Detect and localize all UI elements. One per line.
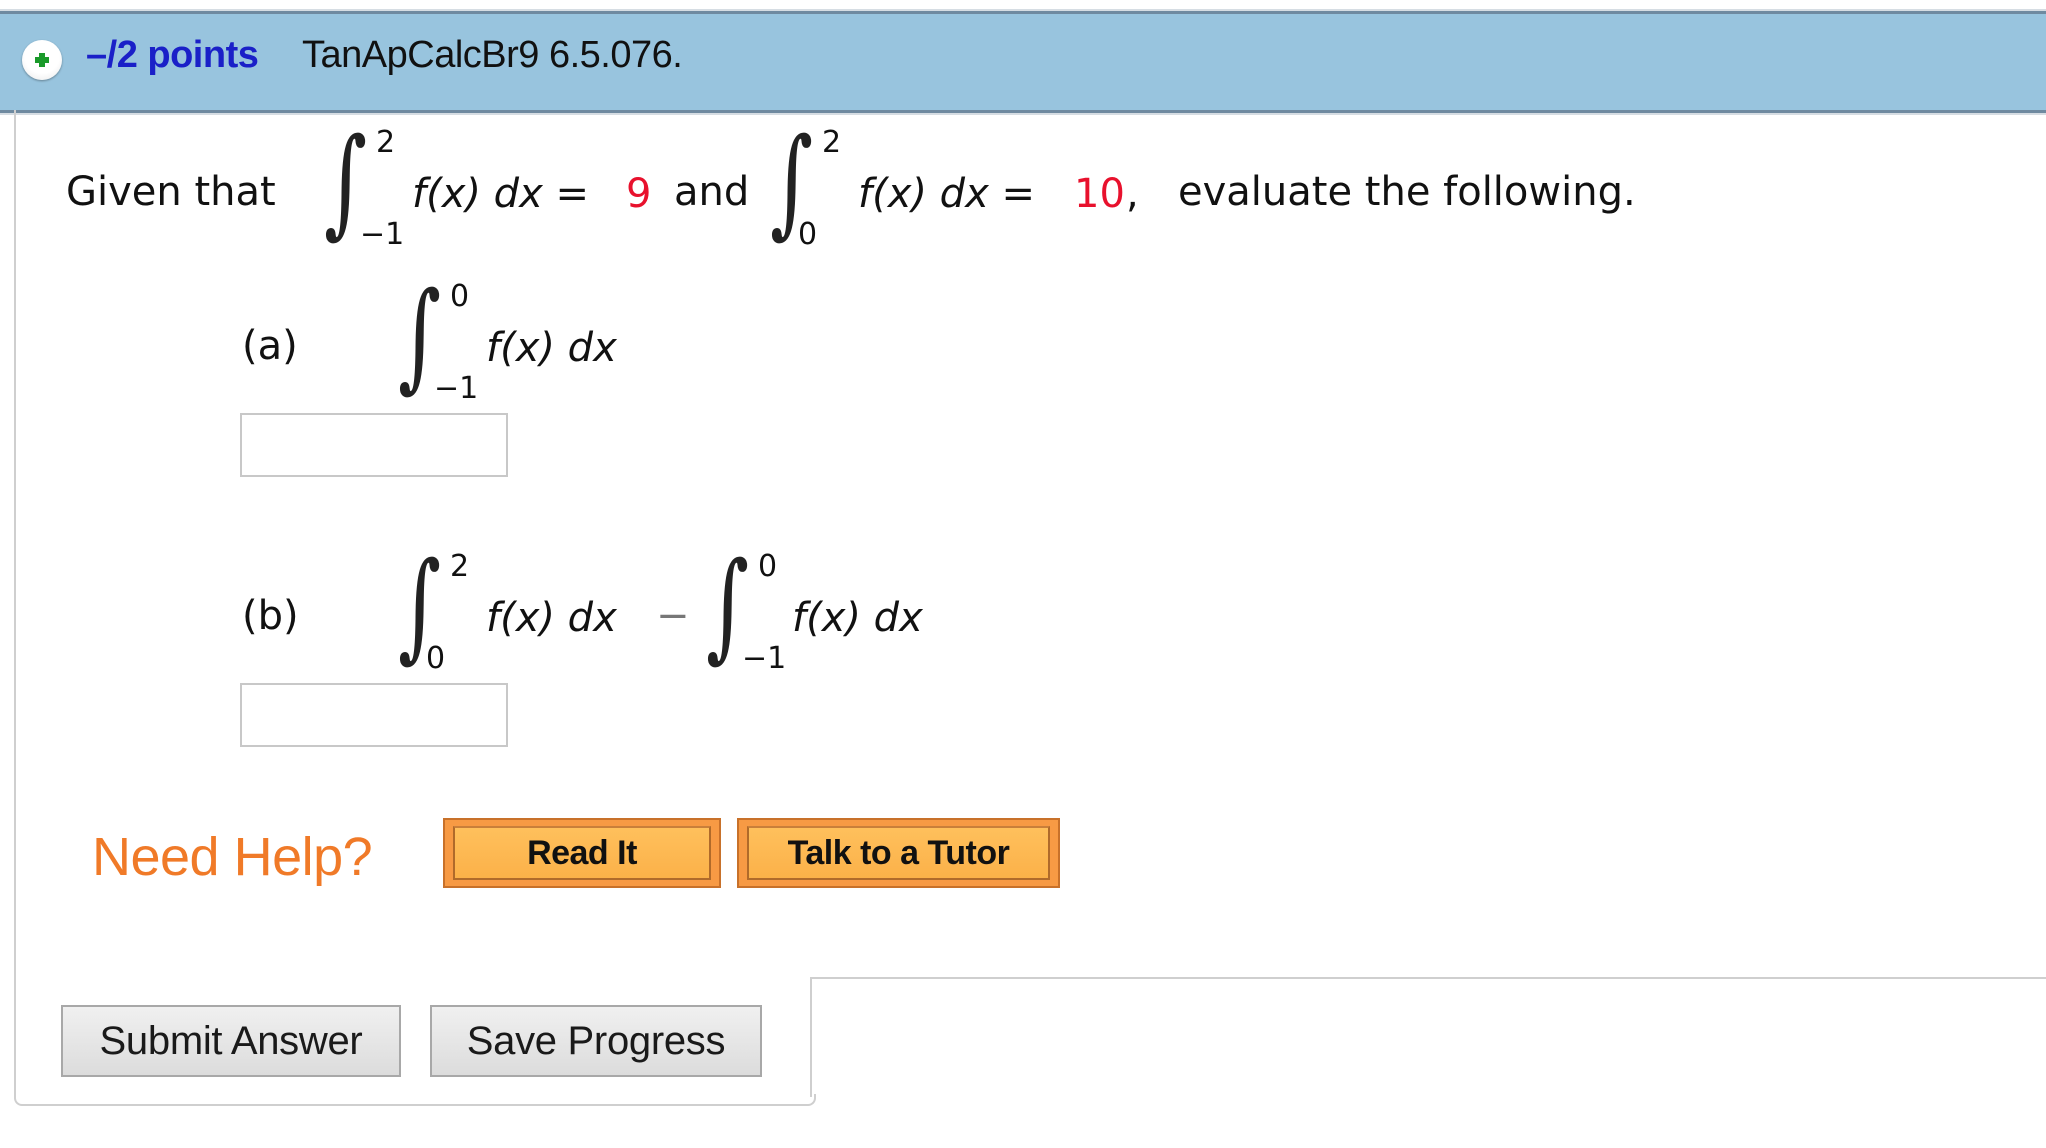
upper-limit: 2 xyxy=(822,125,842,160)
given-integrand-2: f(x) dx = xyxy=(858,171,1035,217)
upper-limit: 2 xyxy=(376,125,396,160)
upper-limit: 2 xyxy=(450,549,470,584)
question-header: –/2 points TanApCalcBr9 6.5.076. xyxy=(0,11,2046,113)
part-a-integral: ∫ 0 −1 xyxy=(398,276,479,412)
intro-text: Given that xyxy=(66,169,276,215)
read-it-button[interactable]: Read It xyxy=(443,818,721,888)
given-value-1: 9 xyxy=(626,171,652,217)
expand-plus-icon[interactable] xyxy=(22,40,62,80)
lower-limit: −1 xyxy=(360,217,405,252)
talk-to-tutor-button-label: Talk to a Tutor xyxy=(747,826,1050,880)
part-b-label: (b) xyxy=(242,593,299,639)
given-value-2: 10 xyxy=(1074,171,1125,217)
lower-limit: 0 xyxy=(426,641,446,676)
part-b-minus-operator: − xyxy=(656,593,690,639)
part-b-integrand-2: f(x) dx xyxy=(792,595,923,641)
points-label: –/2 points xyxy=(86,34,259,76)
save-progress-button[interactable]: Save Progress xyxy=(430,1005,762,1077)
question-id: TanApCalcBr9 6.5.076. xyxy=(302,34,683,76)
part-b-integral-2: ∫ 0 −1 xyxy=(706,546,787,682)
submit-answer-button[interactable]: Submit Answer xyxy=(61,1005,401,1077)
comma-text: , xyxy=(1126,171,1139,217)
lower-limit: −1 xyxy=(434,371,479,406)
panel-border-bottom xyxy=(14,1094,816,1106)
lower-limit: 0 xyxy=(798,217,818,252)
part-a-label: (a) xyxy=(242,323,298,369)
connector-text: and xyxy=(674,169,750,215)
part-a-answer-input[interactable] xyxy=(240,413,508,477)
upper-limit: 0 xyxy=(758,549,778,584)
talk-to-tutor-button[interactable]: Talk to a Tutor xyxy=(737,818,1060,888)
read-it-button-label: Read It xyxy=(453,826,711,880)
lower-limit: −1 xyxy=(742,641,787,676)
part-a-integrand: f(x) dx xyxy=(486,325,617,371)
part-b-integral-1: ∫ 2 0 xyxy=(398,546,478,682)
panel-notch-top-line xyxy=(810,977,2046,979)
panel-border-left xyxy=(14,110,16,1096)
panel-notch-divider xyxy=(810,977,812,1097)
given-integrand-1: f(x) dx = xyxy=(412,171,589,217)
part-b-answer-input[interactable] xyxy=(240,683,508,747)
need-help-label: Need Help? xyxy=(92,827,373,887)
given-integral-1: ∫ 2 −1 xyxy=(324,122,405,258)
given-integral-2: ∫ 2 0 xyxy=(770,122,850,258)
instruction-text: evaluate the following. xyxy=(1178,169,1636,215)
part-b-integrand-1: f(x) dx xyxy=(486,595,617,641)
upper-limit: 0 xyxy=(450,279,470,314)
